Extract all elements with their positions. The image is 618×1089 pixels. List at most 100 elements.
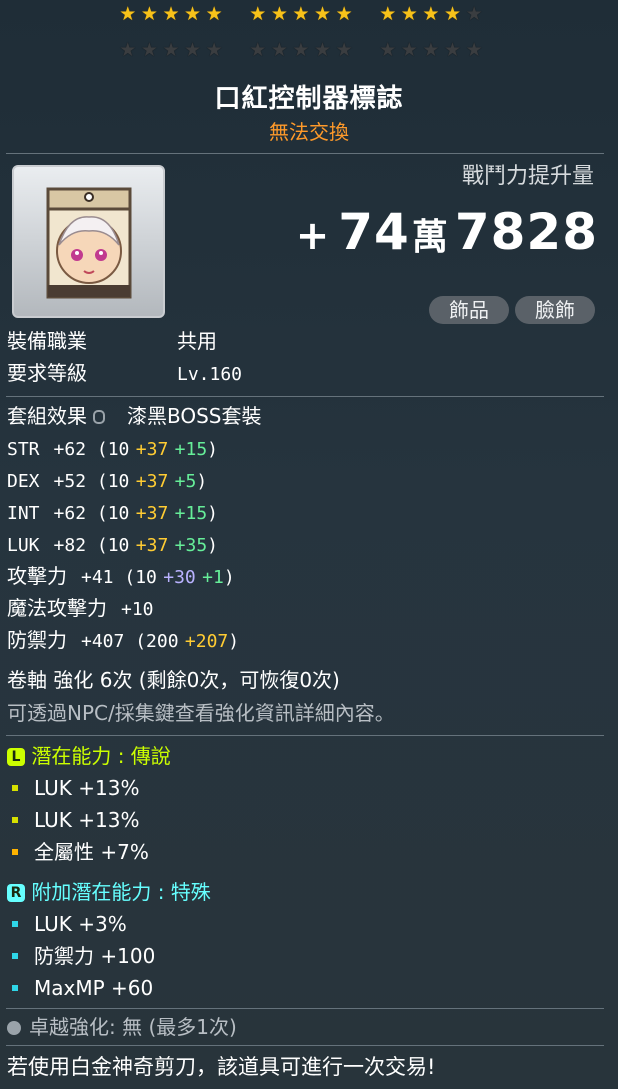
- stat-row: 攻擊力 +41 (10 +30 +1): [7, 564, 235, 590]
- star-empty-icon: ★: [162, 39, 180, 61]
- stat-row: 魔法攻擊力 +10: [7, 596, 154, 622]
- star-filled-icon: ★: [119, 3, 137, 25]
- star-group: ★ ★ ★ ★ ★: [117, 4, 225, 24]
- stat-bonus-enhance: +15: [174, 503, 208, 524]
- divider: [6, 153, 604, 154]
- star-group: ★ ★ ★ ★ ★: [117, 40, 225, 60]
- bullet-icon: [12, 921, 18, 927]
- enhance-hint: 可透過NPC/採集鍵查看強化資訊詳細內容。: [7, 701, 395, 725]
- stat-bonus-flame: +37: [135, 471, 169, 492]
- star-filled-icon: ★: [292, 3, 310, 25]
- stat-bonus-enhance: +5: [174, 471, 197, 492]
- divider: [6, 1045, 604, 1046]
- star-filled-icon: ★: [422, 3, 440, 25]
- set-row: 套組效果 漆黑BOSS套裝: [7, 404, 262, 428]
- stat-name: 魔法攻擊力: [7, 596, 107, 620]
- level-label: 要求等級: [7, 361, 87, 385]
- combat-power-sign: +: [295, 213, 331, 259]
- potential-line: 全屬性 +7%: [34, 840, 149, 864]
- star-filled-icon: ★: [335, 3, 353, 25]
- star-empty-icon: ★: [379, 39, 397, 61]
- paren: (: [86, 503, 108, 524]
- paren: (: [86, 439, 108, 460]
- stat-bonus-flame: +37: [135, 439, 169, 460]
- item-icon-frame: [12, 165, 165, 318]
- star-group: ★ ★ ★ ★ ★: [377, 4, 485, 24]
- legendary-grade-icon: L: [7, 748, 25, 766]
- star-empty-icon: ★: [465, 3, 483, 25]
- exceptional-text: 卓越強化: 無 (最多1次): [29, 1015, 237, 1039]
- bullet-icon: [12, 849, 18, 855]
- star-empty-icon: ★: [140, 39, 158, 61]
- stat-total: +52: [53, 471, 87, 492]
- set-label: 套組效果: [7, 404, 87, 428]
- stat-name: LUK: [7, 535, 40, 556]
- star-filled-icon: ★: [379, 3, 397, 25]
- stat-row: STR +62 (10 +37 +15): [7, 436, 218, 462]
- bullet-icon: [12, 953, 18, 959]
- combat-power-value: +74萬 7828: [296, 203, 598, 261]
- paren: ): [207, 503, 218, 524]
- potential-line: LUK +3%: [34, 912, 127, 936]
- star-empty-icon: ★: [249, 39, 267, 61]
- star-empty-icon: ★: [422, 39, 440, 61]
- stat-bonus-enhance: +1: [202, 567, 224, 588]
- stat-total: +62: [53, 503, 87, 524]
- star-empty-icon: ★: [184, 39, 202, 61]
- star-filled-icon: ★: [270, 3, 288, 25]
- stat-base: 10: [107, 471, 130, 492]
- potential-line: LUK +13%: [34, 808, 140, 832]
- stat-base: 10: [107, 535, 130, 556]
- special-grade-icon: R: [7, 884, 25, 902]
- additional-potential-title: 附加潛在能力 : 特殊: [31, 880, 211, 904]
- stat-row: LUK +82 (10 +37 +35): [7, 532, 218, 558]
- footer-text: 若使用白金神奇剪刀，該道具可進行一次交易!: [7, 1055, 436, 1079]
- divider: [6, 396, 604, 397]
- tag-accessory: 飾品: [429, 296, 509, 324]
- stat-name: INT: [7, 503, 40, 524]
- star-empty-icon: ★: [270, 39, 288, 61]
- enhance-line: 卷軸 強化 6次 (剩餘0次，可恢復0次): [7, 668, 340, 692]
- star-group: ★ ★ ★ ★ ★: [247, 40, 355, 60]
- star-filled-icon: ★: [184, 3, 202, 25]
- stat-row: INT +62 (10 +37 +15): [7, 500, 218, 526]
- paren: ): [196, 471, 208, 492]
- star-force-row-1: ★ ★ ★ ★ ★ ★ ★ ★ ★ ★ ★ ★ ★ ★ ★: [117, 4, 507, 24]
- stat-bonus-enhance: +35: [174, 535, 208, 556]
- paren: ): [228, 631, 240, 652]
- combat-power-label: 戰鬥力提升量: [461, 164, 594, 189]
- stat-total: +62: [53, 439, 87, 460]
- star-empty-icon: ★: [443, 39, 462, 61]
- potential-line: 防禦力 +100: [34, 944, 156, 968]
- additional-potential-header: R 附加潛在能力 : 特殊: [7, 880, 211, 904]
- potential-header: L 潛在能力 : 傳說: [7, 744, 171, 768]
- tag-face-accessory: 臉飾: [515, 296, 595, 324]
- star-filled-icon: ★: [314, 3, 332, 25]
- stat-total: +41: [81, 567, 114, 588]
- stat-base: 200: [146, 631, 179, 652]
- stat-bonus-flame: +207: [184, 631, 229, 652]
- star-filled-icon: ★: [249, 3, 267, 25]
- star-force-row-2: ★ ★ ★ ★ ★ ★ ★ ★ ★ ★ ★ ★ ★ ★ ★: [117, 40, 507, 60]
- star-filled-icon: ★: [205, 3, 223, 25]
- star-empty-icon: ★: [314, 39, 332, 61]
- job-label: 裝備職業: [7, 329, 87, 353]
- stat-base: 10: [107, 439, 130, 460]
- potential-line: LUK +13%: [34, 776, 140, 800]
- star-empty-icon: ★: [292, 39, 310, 61]
- paren: (: [124, 631, 147, 652]
- paren: ): [207, 439, 218, 460]
- divider: [6, 1008, 604, 1009]
- exceptional-row: 卓越強化: 無 (最多1次): [7, 1015, 237, 1039]
- combat-power-remainder: 7828: [454, 203, 598, 261]
- exceptional-dot-icon: [7, 1021, 21, 1035]
- star-empty-icon: ★: [119, 39, 137, 61]
- stat-bonus-flame: +37: [135, 535, 169, 556]
- divider: [6, 735, 604, 736]
- bullet-icon: [12, 985, 18, 991]
- star-filled-icon: ★: [400, 3, 418, 25]
- stat-bonus-enhance: +15: [174, 439, 208, 460]
- job-value: 共用: [177, 329, 217, 353]
- star-empty-icon: ★: [400, 39, 418, 61]
- paren: (: [86, 471, 108, 492]
